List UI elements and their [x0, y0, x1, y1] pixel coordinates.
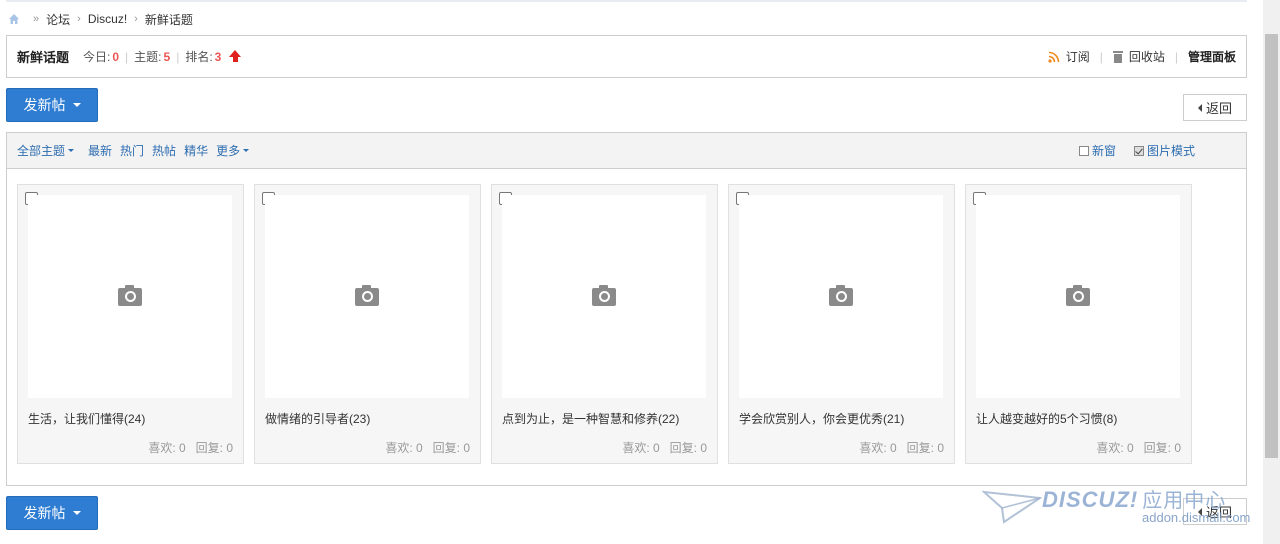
camera-icon	[592, 284, 616, 306]
action-divider: |	[1099, 49, 1103, 64]
top-divider	[6, 0, 1247, 2]
rss-icon	[1048, 51, 1060, 63]
rank-up-arrow-icon	[229, 50, 242, 62]
thread-meta: 喜欢: 0 回复: 0	[385, 441, 470, 455]
stat-divider: |	[125, 49, 129, 64]
filter-latest[interactable]: 最新	[88, 142, 112, 159]
thread-title[interactable]: 让人越变越好的5个习惯(8)	[976, 410, 1117, 427]
thread-title[interactable]: 做情绪的引导者(23)	[265, 410, 370, 427]
filter-digest[interactable]: 精华	[184, 142, 208, 159]
dropdown-caret-icon	[68, 149, 75, 152]
filter-hot-threads[interactable]: 热帖	[152, 142, 176, 159]
watermark: DISCUZ! 应用中心 addon.dismall.com	[980, 484, 1262, 528]
back-button[interactable]: 返回	[1183, 94, 1247, 121]
thread-title[interactable]: 生活，让我们懂得(24)	[28, 410, 145, 427]
breadcrumb-item-discuz[interactable]: Discuz!	[88, 12, 127, 26]
camera-icon	[1066, 284, 1090, 306]
filter-more[interactable]: 更多	[216, 142, 250, 159]
rank-value: 3	[214, 50, 222, 64]
caret-down-icon	[72, 511, 81, 515]
thread-thumbnail[interactable]	[265, 195, 469, 398]
subscribe-link[interactable]: 订阅	[1066, 48, 1090, 65]
rank-stat: 排名: 3	[185, 50, 222, 64]
topics-count: 5	[163, 50, 171, 64]
new-post-label: 发新帖	[23, 505, 66, 521]
thread-meta: 喜欢: 0 回复: 0	[1096, 441, 1181, 455]
thread-thumbnail[interactable]	[502, 195, 706, 398]
camera-icon	[118, 284, 142, 306]
image-mode-option[interactable]: 图片模式	[1133, 142, 1195, 159]
thread-thumbnail[interactable]	[739, 195, 943, 398]
camera-icon	[829, 284, 853, 306]
new-window-checkbox[interactable]	[1078, 145, 1089, 156]
thread-card[interactable]: 做情绪的引导者(23) 喜欢: 0 回复: 0	[254, 184, 481, 464]
thread-list-panel: 全部主题 最新 热门 热帖 精华 更多 新窗 图片模式 生活，让我们懂得(24)…	[6, 132, 1247, 486]
topics-stat: 主题: 5	[134, 50, 171, 64]
view-options: 新窗 图片模式	[1061, 142, 1195, 159]
breadcrumb-item-forum[interactable]: 论坛	[46, 11, 70, 28]
action-divider: |	[1174, 49, 1178, 64]
thread-card[interactable]: 生活，让我们懂得(24) 喜欢: 0 回复: 0	[17, 184, 244, 464]
new-post-button-bottom[interactable]: 发新帖	[6, 496, 98, 530]
trash-icon	[1112, 50, 1123, 63]
thread-meta: 喜欢: 0 回复: 0	[859, 441, 944, 455]
thread-title[interactable]: 学会欣赏别人，你会更优秀(21)	[739, 410, 904, 427]
dropdown-caret-icon	[243, 149, 250, 152]
stat-divider: |	[176, 49, 180, 64]
caret-down-icon	[72, 103, 81, 107]
thread-card[interactable]: 点到为止，是一种智慧和修养(22) 喜欢: 0 回复: 0	[491, 184, 718, 464]
today-count: 0	[112, 50, 120, 64]
thread-card[interactable]: 让人越变越好的5个习惯(8) 喜欢: 0 回复: 0	[965, 184, 1192, 464]
back-label: 返回	[1205, 101, 1232, 116]
breadcrumb: » 论坛 › Discuz! › 新鲜话题	[8, 11, 193, 27]
thread-meta: 喜欢: 0 回复: 0	[622, 441, 707, 455]
recycle-bin-link[interactable]: 回收站	[1129, 48, 1165, 65]
new-window-option[interactable]: 新窗	[1078, 142, 1116, 159]
breadcrumb-item-current[interactable]: 新鲜话题	[145, 11, 193, 28]
forum-title: 新鲜话题	[17, 50, 70, 65]
thread-card[interactable]: 学会欣赏别人，你会更优秀(21) 喜欢: 0 回复: 0	[728, 184, 955, 464]
breadcrumb-separator: »	[33, 13, 40, 25]
breadcrumb-separator: ›	[77, 13, 81, 25]
filter-hot[interactable]: 热门	[120, 142, 144, 159]
image-mode-checkbox[interactable]	[1133, 145, 1144, 156]
camera-icon	[355, 284, 379, 306]
breadcrumb-separator: ›	[134, 13, 138, 25]
home-icon[interactable]	[8, 13, 20, 25]
caret-left-icon	[1197, 103, 1202, 112]
new-post-button[interactable]: 发新帖	[6, 88, 98, 122]
paper-plane-icon	[982, 490, 1042, 524]
thread-thumbnail[interactable]	[976, 195, 1180, 398]
page-scrollbar[interactable]	[1263, 0, 1280, 544]
today-stat: 今日: 0	[83, 50, 120, 64]
thread-title[interactable]: 点到为止，是一种智慧和修养(22)	[502, 410, 679, 427]
header-actions: 订阅 | 回收站 | 管理面板	[1048, 48, 1236, 65]
filter-bar: 全部主题 最新 热门 热帖 精华 更多 新窗 图片模式	[7, 133, 1246, 169]
thread-thumbnail[interactable]	[28, 195, 232, 398]
thread-meta: 喜欢: 0 回复: 0	[148, 441, 233, 455]
forum-header: 新鲜话题 今日: 0 | 主题: 5 | 排名: 3 订阅 | 回收站 | 管理面板	[6, 35, 1247, 78]
filter-all-topics[interactable]: 全部主题	[17, 142, 75, 159]
scrollbar-thumb[interactable]	[1265, 34, 1278, 458]
watermark-url: addon.dismall.com	[1142, 510, 1251, 525]
manage-panel-link[interactable]: 管理面板	[1188, 48, 1236, 65]
watermark-brand: DISCUZ! 应用中心	[1042, 487, 1227, 512]
new-post-label: 发新帖	[23, 97, 66, 113]
